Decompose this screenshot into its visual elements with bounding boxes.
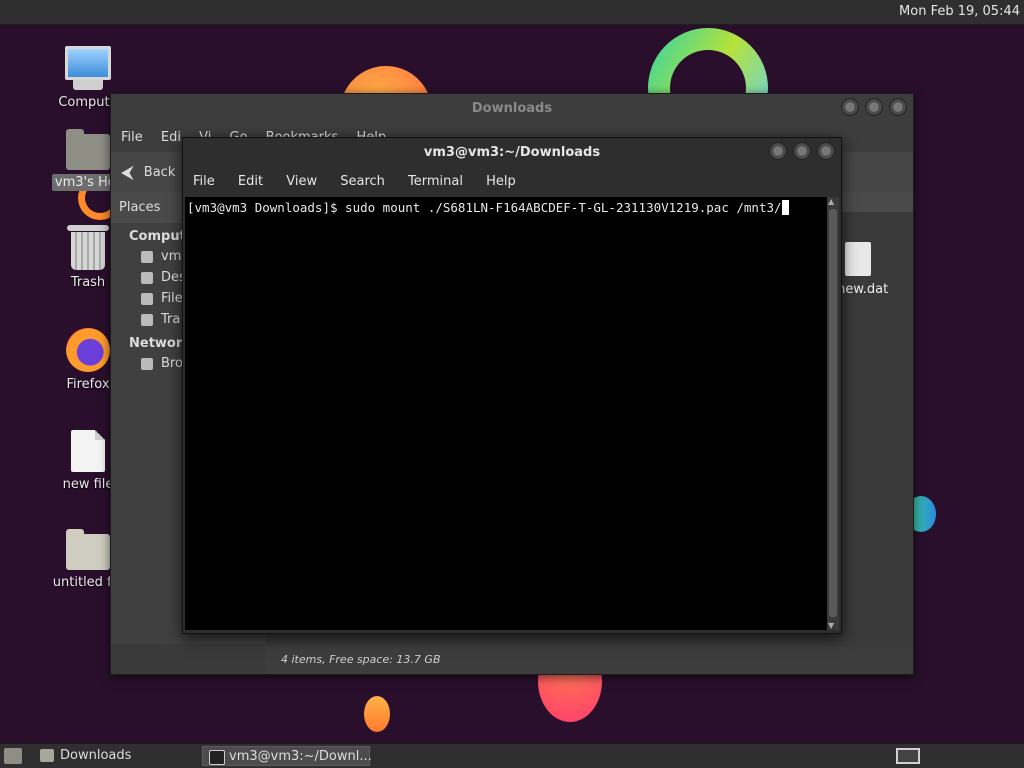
folder-icon bbox=[66, 529, 110, 570]
terminal-menubar: File Edit View Search Terminal Help bbox=[183, 168, 841, 196]
home-folder-icon bbox=[66, 129, 110, 170]
maximize-button[interactable] bbox=[865, 98, 883, 116]
wallpaper-shape bbox=[364, 696, 390, 732]
taskbar-item-downloads[interactable]: Downloads bbox=[34, 746, 200, 766]
desktop-icon-label: new file bbox=[62, 477, 114, 492]
back-label: Back bbox=[143, 165, 176, 180]
clock[interactable]: Mon Feb 19, 05:44 bbox=[899, 4, 1020, 19]
workspace-switcher[interactable] bbox=[896, 748, 920, 764]
taskbar-item-label: Downloads bbox=[60, 748, 132, 763]
terminal-output[interactable]: [vm3@vm3 Downloads]$ sudo mount ./S681LN… bbox=[185, 197, 827, 630]
terminal-titlebar[interactable]: vm3@vm3:~/Downloads bbox=[183, 138, 841, 168]
maximize-button[interactable] bbox=[793, 142, 811, 160]
file-manager-titlebar[interactable]: Downloads bbox=[111, 94, 913, 124]
menu-search[interactable]: Search bbox=[340, 174, 385, 189]
window-title: vm3@vm3:~/Downloads bbox=[423, 145, 601, 160]
terminal-window[interactable]: vm3@vm3:~/Downloads File Edit View Searc… bbox=[182, 137, 842, 634]
window-title: Downloads bbox=[471, 101, 553, 116]
minimize-button[interactable] bbox=[841, 98, 859, 116]
taskbar-item-terminal[interactable]: vm3@vm3:~/Downl... bbox=[202, 746, 372, 766]
text-cursor bbox=[781, 200, 789, 215]
menu-terminal[interactable]: Terminal bbox=[408, 174, 463, 189]
sidebar-item-label: File bbox=[161, 291, 183, 306]
top-panel: Mon Feb 19, 05:44 bbox=[0, 0, 1024, 25]
file-icon bbox=[71, 430, 105, 472]
taskbar-item-label: vm3@vm3:~/Downl... bbox=[229, 749, 372, 764]
terminal-scrollbar[interactable]: ▲ ▼ bbox=[827, 197, 839, 630]
menu-edit[interactable]: Edit bbox=[238, 174, 263, 189]
scrollbar-thumb[interactable] bbox=[829, 209, 837, 617]
command-text: [vm3@vm3 Downloads]$ sudo mount ./S681LN… bbox=[187, 200, 782, 215]
trash-icon bbox=[141, 314, 153, 326]
desktop-icon-label: Trash bbox=[70, 275, 106, 290]
back-arrow-icon: ⮜ bbox=[121, 162, 134, 183]
status-bar: 4 items, Free space: 13.7 GB bbox=[265, 646, 913, 674]
close-button[interactable] bbox=[889, 98, 907, 116]
minimize-button[interactable] bbox=[769, 142, 787, 160]
terminal-icon bbox=[209, 750, 225, 765]
scroll-down-icon[interactable]: ▼ bbox=[828, 621, 834, 630]
window-controls bbox=[769, 142, 835, 160]
show-desktop-icon[interactable] bbox=[4, 748, 22, 764]
network-icon bbox=[141, 358, 153, 370]
drive-icon bbox=[141, 293, 153, 305]
menu-view[interactable]: View bbox=[286, 174, 317, 189]
home-icon bbox=[141, 251, 153, 263]
menu-help[interactable]: Help bbox=[486, 174, 516, 189]
menu-file[interactable]: File bbox=[121, 130, 143, 145]
back-button[interactable]: ⮜ Back bbox=[121, 162, 175, 183]
folder-icon bbox=[40, 749, 54, 762]
menu-file[interactable]: File bbox=[193, 174, 215, 189]
trash-icon bbox=[67, 225, 109, 270]
computer-icon bbox=[65, 46, 111, 90]
menu-edit[interactable]: Edi bbox=[161, 130, 181, 145]
close-button[interactable] bbox=[817, 142, 835, 160]
firefox-icon bbox=[66, 328, 110, 372]
scroll-up-icon[interactable]: ▲ bbox=[828, 197, 834, 206]
file-icon bbox=[845, 242, 871, 276]
desktop-icon-label: Firefox bbox=[66, 377, 110, 392]
taskbar: Downloads vm3@vm3:~/Downl... bbox=[0, 743, 1024, 768]
desktop-icon bbox=[141, 272, 153, 284]
sidebar-item-label: Bro bbox=[161, 356, 183, 371]
sidebar-item-label: Tra bbox=[161, 312, 181, 327]
window-controls bbox=[841, 98, 907, 116]
terminal-line: [vm3@vm3 Downloads]$ sudo mount ./S681LN… bbox=[187, 200, 789, 215]
